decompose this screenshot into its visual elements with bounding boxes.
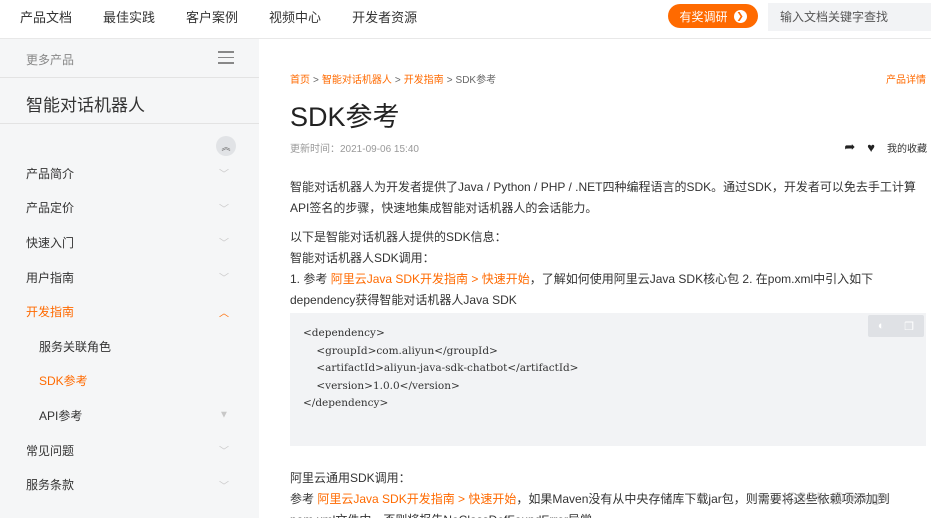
sidebar-item-service-role[interactable]: 服务关联角色 xyxy=(0,329,259,364)
sidebar-item-label: SDK参考 xyxy=(39,374,88,389)
chevron-down-icon: ﹀ xyxy=(219,238,229,250)
watermark: CSDN @Teorge xyxy=(787,489,888,505)
updated-time: 更新时间：2021-09-06 15:40 xyxy=(290,144,419,155)
code-toolbar: ◐ ❐ xyxy=(868,315,924,337)
sidebar-item-sdk-reference[interactable]: SDK参考 xyxy=(0,364,259,399)
sidebar-item-label: 服务关联角色 xyxy=(39,339,112,354)
sidebar-menu: 产品简介 ﹀ 产品定价 ﹀ 快速入门 ﹀ 用户指南 ﹀ 开发指南 ︿ 服务关联角… xyxy=(0,156,259,502)
general-prefix: 参考 xyxy=(290,492,318,506)
heart-icon[interactable]: ♥ xyxy=(867,140,875,155)
step-prefix: 1. 参考 xyxy=(290,272,331,286)
search-input[interactable] xyxy=(768,3,931,31)
java-sdk-guide-link[interactable]: 阿里云Java SDK开发指南 > 快速开始 xyxy=(331,272,530,286)
more-products-label[interactable]: 更多产品 xyxy=(26,51,74,68)
sidebar-item-api-reference[interactable]: API参考 ▼ xyxy=(0,398,259,433)
article-actions: ➦ ♥ 我的收藏 xyxy=(832,139,927,155)
chevron-down-icon: ﹀ xyxy=(219,481,229,493)
divider xyxy=(0,123,259,124)
sidebar-item-label: 快速入门 xyxy=(26,235,75,250)
sidebar-item-product-intro[interactable]: 产品简介 ﹀ xyxy=(0,156,259,191)
chevron-down-icon: ﹀ xyxy=(219,169,229,181)
sidebar-item-label: API参考 xyxy=(39,408,83,423)
survey-button-label: 有奖调研 xyxy=(679,9,728,24)
divider xyxy=(0,77,259,78)
sidebar-item-label: 服务条款 xyxy=(26,478,75,493)
step-paragraph: 1. 参考 阿里云Java SDK开发指南 > 快速开始，了解如何使用阿里云Ja… xyxy=(290,269,930,311)
breadcrumb: 首页 > 智能对话机器人 > 开发指南 > SDK参考 xyxy=(290,71,496,86)
favorite-link[interactable]: 我的收藏 xyxy=(887,140,927,155)
nav-item-product-docs[interactable]: 产品文档 xyxy=(20,7,72,26)
sidebar-item-label: 用户指南 xyxy=(26,270,75,285)
survey-button[interactable]: 有奖调研 ❯ xyxy=(668,4,758,28)
sidebar-item-user-guide[interactable]: 用户指南 ﹀ xyxy=(0,260,259,295)
sdk-call-heading: 智能对话机器人SDK调用： xyxy=(290,251,435,265)
product-detail-link[interactable]: 产品详情 xyxy=(886,71,926,86)
chevron-down-icon: ﹀ xyxy=(219,204,229,216)
product-title: 智能对话机器人 xyxy=(26,96,145,115)
nav-item-developer-resources[interactable]: 开发者资源 xyxy=(352,7,417,26)
breadcrumb-separator: > xyxy=(446,75,453,86)
top-navbar: 产品文档 最佳实践 客户案例 视频中心 开发者资源 有奖调研 ❯ xyxy=(0,0,931,39)
breadcrumb-home[interactable]: 首页 xyxy=(290,75,310,86)
nav-item-customer-cases[interactable]: 客户案例 xyxy=(186,7,238,26)
chevron-right-icon: ❯ xyxy=(733,9,747,23)
code-content: <dependency> <groupId>com.aliyun</groupI… xyxy=(303,327,579,410)
sidebar-item-terms[interactable]: 服务条款 ﹀ xyxy=(0,467,259,502)
sidebar-item-faq[interactable]: 常见问题 ﹀ xyxy=(0,433,259,468)
chevron-down-icon: ﹀ xyxy=(219,273,229,285)
chevron-down-icon: ﹀ xyxy=(219,446,229,458)
breadcrumb-level2[interactable]: 开发指南 xyxy=(404,75,444,86)
article-body: 智能对话机器人为开发者提供了Java / Python / PHP / .NET… xyxy=(290,177,930,319)
chevron-up-icon: ︿ xyxy=(219,308,229,320)
toggle-theme-icon[interactable]: ◐ xyxy=(878,320,885,332)
sdk-info-text: 以下是智能对话机器人提供的SDK信息： xyxy=(290,230,507,244)
nav-item-video-center[interactable]: 视频中心 xyxy=(269,7,321,26)
sidebar-item-label: 常见问题 xyxy=(26,443,75,458)
menu-icon[interactable] xyxy=(218,51,234,64)
top-nav-menu: 产品文档 最佳实践 客户案例 视频中心 开发者资源 xyxy=(20,0,448,32)
sidebar-item-pricing[interactable]: 产品定价 ﹀ xyxy=(0,191,259,226)
sidebar-item-quick-start[interactable]: 快速入门 ﹀ xyxy=(0,225,259,260)
nav-item-best-practices[interactable]: 最佳实践 xyxy=(103,7,155,26)
breadcrumb-level1[interactable]: 智能对话机器人 xyxy=(322,75,392,86)
sidebar-item-label: 开发指南 xyxy=(26,305,75,320)
general-sdk-line2: pom.xml文件中，否则将报告NoClassDefFoundError异常 xyxy=(290,510,930,518)
code-block: <dependency> <groupId>com.aliyun</groupI… xyxy=(290,313,926,446)
general-sdk-heading: 阿里云通用SDK调用： xyxy=(290,471,411,485)
sidebar-item-label: 产品定价 xyxy=(26,201,75,216)
sidebar: 更多产品 智能对话机器人 ︽ 产品简介 ﹀ 产品定价 ﹀ 快速入门 ﹀ 用户指南… xyxy=(0,39,259,518)
collapse-up-icon[interactable]: ︽ xyxy=(216,136,236,156)
main-content: 首页 > 智能对话机器人 > 开发指南 > SDK参考 产品详情 SDK参考 更新时间：20… xyxy=(259,39,931,518)
sidebar-item-dev-guide[interactable]: 开发指南 ︿ xyxy=(0,294,259,329)
share-icon[interactable]: ➦ xyxy=(844,139,855,155)
breadcrumb-separator: > xyxy=(394,75,401,86)
caret-down-icon: ▼ xyxy=(219,409,229,421)
breadcrumb-current: SDK参考 xyxy=(455,75,497,86)
java-sdk-guide-link-2[interactable]: 阿里云Java SDK开发指南 > 快速开始 xyxy=(317,492,516,506)
copy-icon[interactable]: ❐ xyxy=(904,320,914,333)
intro-paragraph: 智能对话机器人为开发者提供了Java / Python / PHP / .NET… xyxy=(290,180,916,215)
page-title: SDK参考 xyxy=(290,102,400,132)
breadcrumb-separator: > xyxy=(313,75,319,86)
sidebar-item-label: 产品简介 xyxy=(26,166,75,181)
